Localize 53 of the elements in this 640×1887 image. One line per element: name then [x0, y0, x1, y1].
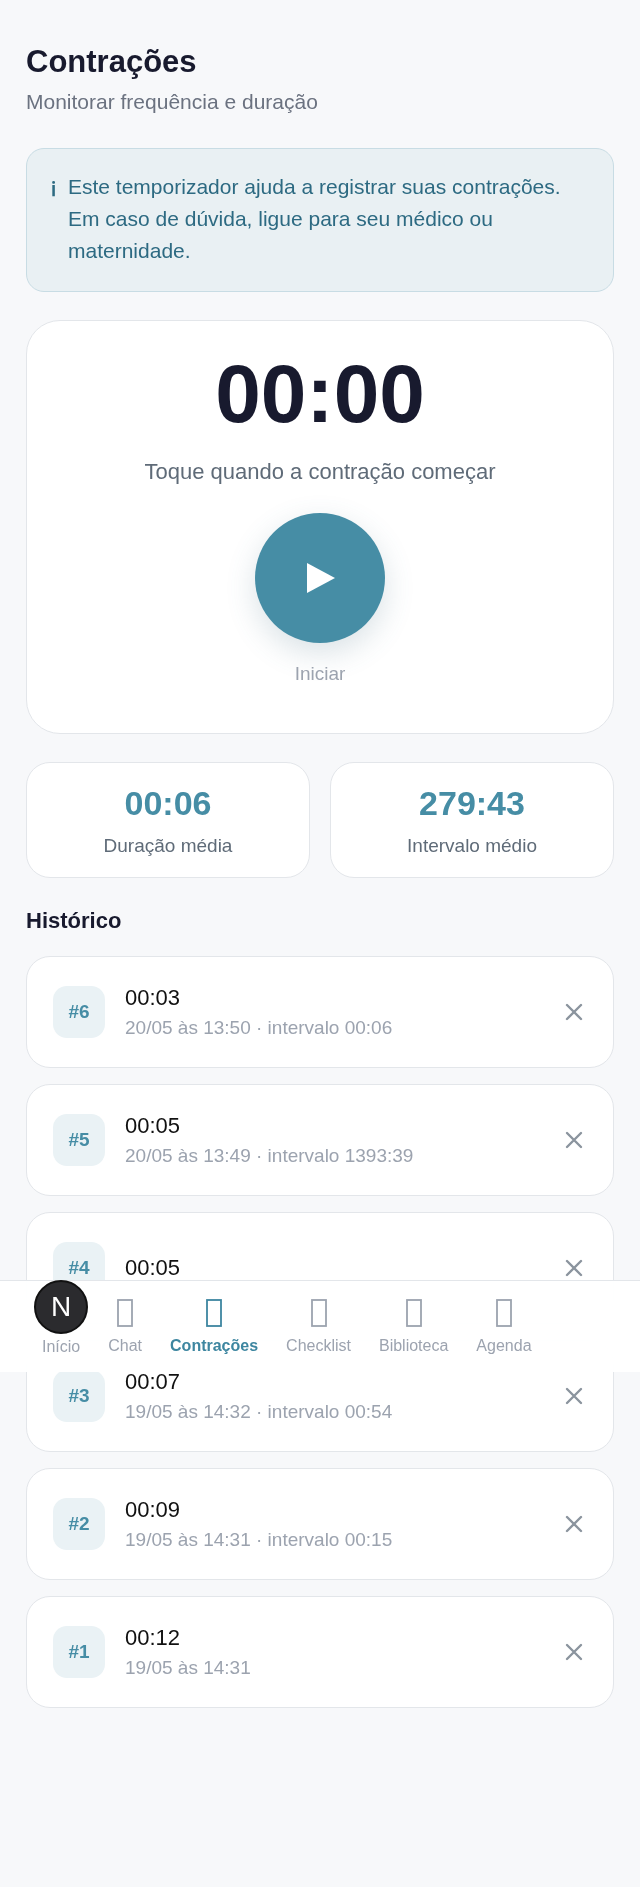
page-subtitle: Monitorar frequência e duração	[26, 90, 319, 114]
close-icon	[563, 1001, 585, 1023]
rectangle-icon	[206, 1298, 223, 1327]
contraction-number: #6	[53, 986, 105, 1038]
contraction-duration: 00:05	[125, 1255, 182, 1281]
rectangle-icon	[310, 1298, 327, 1327]
play-icon	[305, 563, 335, 593]
delete-button[interactable]	[563, 1513, 585, 1535]
stat-label: Duração média	[103, 834, 233, 857]
stat-value: 00:06	[124, 783, 212, 823]
nav-tab[interactable]: Início	[28, 1337, 95, 1356]
rectangle-icon	[117, 1298, 134, 1327]
info-text: Este temporizador ajuda a registrar suas contrações. Em caso de dúvida, ligue para seu médico ou maternidade.	[68, 174, 562, 264]
timer-hint: Toque quando a contração começar	[144, 459, 496, 485]
close-icon	[563, 1129, 585, 1151]
delete-button[interactable]	[563, 1129, 585, 1151]
stat-label: Intervalo médio	[407, 834, 537, 857]
contraction-duration: 00:03	[125, 985, 182, 1011]
info-icon: ℹ	[51, 175, 56, 267]
contraction-duration: 00:12	[125, 1625, 182, 1651]
contraction-detail: 19/05 às 14:31 · intervalo 00:15	[125, 1529, 394, 1551]
nav-tab[interactable]: Biblioteca	[365, 1298, 463, 1355]
delete-button[interactable]	[563, 1001, 585, 1023]
contraction-number: #5	[53, 1114, 105, 1166]
contraction-detail: 19/05 às 14:31	[125, 1657, 252, 1679]
stat-value: 279:43	[419, 783, 525, 823]
contraction-detail: 19/05 às 14:32 · intervalo 00:54	[125, 1401, 394, 1423]
rectangle-icon	[405, 1298, 422, 1327]
nav-tab[interactable]: Contrações	[156, 1298, 273, 1355]
start-label: Iniciar	[294, 663, 346, 685]
section-title: Histórico	[26, 908, 123, 934]
contraction-duration: 00:09	[125, 1497, 182, 1523]
delete-button[interactable]	[563, 1641, 585, 1663]
close-icon	[563, 1385, 585, 1407]
delete-button[interactable]	[563, 1257, 585, 1279]
contraction-duration: 00:07	[125, 1369, 182, 1395]
close-icon	[563, 1641, 585, 1663]
close-icon	[563, 1513, 585, 1535]
dev-badge[interactable]: N	[34, 1279, 89, 1334]
nav-tab[interactable]: Agenda	[462, 1298, 546, 1355]
nav-tab[interactable]: Chat	[94, 1298, 157, 1355]
close-icon	[563, 1257, 585, 1279]
contraction-number: #2	[53, 1498, 105, 1550]
timer-display: 00:00	[215, 353, 425, 435]
contraction-number: #3	[53, 1370, 105, 1422]
nav-tab[interactable]: Checklist	[272, 1298, 365, 1355]
contraction-number: #1	[53, 1626, 105, 1678]
delete-button[interactable]	[563, 1385, 585, 1407]
rectangle-icon	[495, 1298, 512, 1327]
page-title: Contrações	[26, 44, 198, 80]
contraction-detail: 20/05 às 13:49 · intervalo 1393:39	[125, 1145, 415, 1167]
contraction-duration: 00:05	[125, 1113, 182, 1139]
contraction-detail: 20/05 às 13:50 · intervalo 00:06	[125, 1017, 394, 1039]
